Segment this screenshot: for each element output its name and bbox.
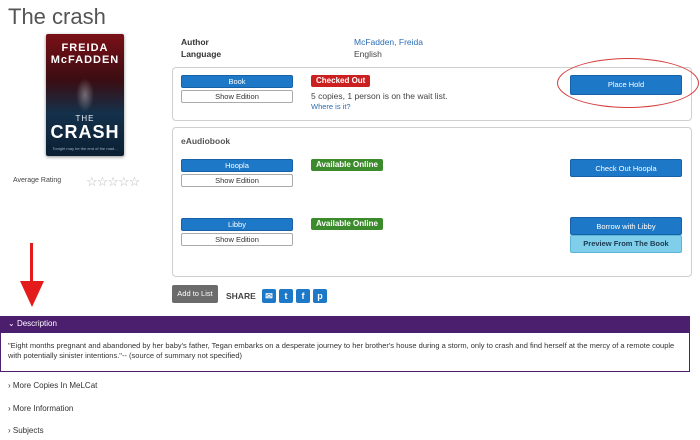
- cover-author-line1: FREIDA: [61, 42, 109, 54]
- hoopla-show-edition-button[interactable]: Show Edition: [181, 174, 293, 187]
- author-link[interactable]: McFadden, Freida: [354, 37, 423, 47]
- description-header[interactable]: ⌄ Description: [8, 319, 57, 328]
- description-header-bar[interactable]: [0, 316, 690, 333]
- language-label: Language: [181, 49, 222, 59]
- pinterest-share-icon[interactable]: p: [313, 289, 327, 303]
- average-rating-label: Average Rating: [13, 177, 62, 184]
- eaudiobook-panel: [172, 127, 692, 277]
- book-show-edition-button[interactable]: Show Edition: [181, 90, 293, 103]
- email-share-icon[interactable]: ✉: [262, 289, 276, 303]
- annotation-arrow-head: [20, 281, 44, 307]
- chevron-down-icon: ⌄: [8, 319, 17, 328]
- preview-from-book-button[interactable]: Preview From The Book: [570, 235, 682, 253]
- check-out-hoopla-button[interactable]: Check Out Hoopla: [570, 159, 682, 177]
- cover-title-big: CRASH: [50, 122, 120, 142]
- hoopla-available-badge: Available Online: [311, 159, 383, 171]
- description-header-label: Description: [16, 319, 57, 328]
- annotation-highlight-circle: [557, 58, 699, 108]
- section-label: Subjects: [12, 426, 44, 435]
- author-label: Author: [181, 37, 209, 47]
- section-subjects[interactable]: › Subjects: [8, 426, 44, 435]
- annotation-arrow-shaft: [30, 243, 33, 283]
- eaudiobook-heading: eAudiobook: [181, 136, 231, 146]
- checked-out-badge: Checked Out: [311, 75, 371, 87]
- cover-tagline: Tonight may be the end of the road...: [52, 146, 118, 151]
- share-label: SHARE: [226, 291, 256, 301]
- libby-available-badge: Available Online: [311, 218, 383, 230]
- section-more-copies[interactable]: › More Copies In MeLCat: [8, 381, 97, 390]
- where-is-it-link[interactable]: Where is it?: [311, 102, 351, 111]
- page-title: The crash: [8, 4, 106, 29]
- section-label: More Information: [12, 404, 74, 413]
- cover-road-art: [76, 78, 94, 112]
- facebook-share-icon[interactable]: f: [296, 289, 310, 303]
- add-to-list-button[interactable]: Add to List: [172, 285, 218, 303]
- borrow-with-libby-button[interactable]: Borrow with Libby: [570, 217, 682, 235]
- star-rating[interactable]: ☆☆☆☆☆: [86, 174, 140, 190]
- availability-text: 5 copies, 1 person is on the wait list.: [311, 91, 448, 101]
- twitter-share-icon[interactable]: t: [279, 289, 293, 303]
- book-format-button[interactable]: Book: [181, 75, 293, 88]
- libby-show-edition-button[interactable]: Show Edition: [181, 233, 293, 246]
- hoopla-format-button[interactable]: Hoopla: [181, 159, 293, 172]
- cover-author-line2: McFADDEN: [50, 54, 120, 66]
- libby-format-button[interactable]: Libby: [181, 218, 293, 231]
- section-label: More Copies In MeLCat: [12, 381, 98, 390]
- language-value: English: [354, 49, 382, 59]
- book-cover-image[interactable]: FREIDA McFADDEN THE CRASH Tonight may be…: [46, 34, 124, 156]
- description-text: "Eight months pregnant and abandoned by …: [8, 341, 675, 360]
- section-more-information[interactable]: › More Information: [8, 404, 73, 413]
